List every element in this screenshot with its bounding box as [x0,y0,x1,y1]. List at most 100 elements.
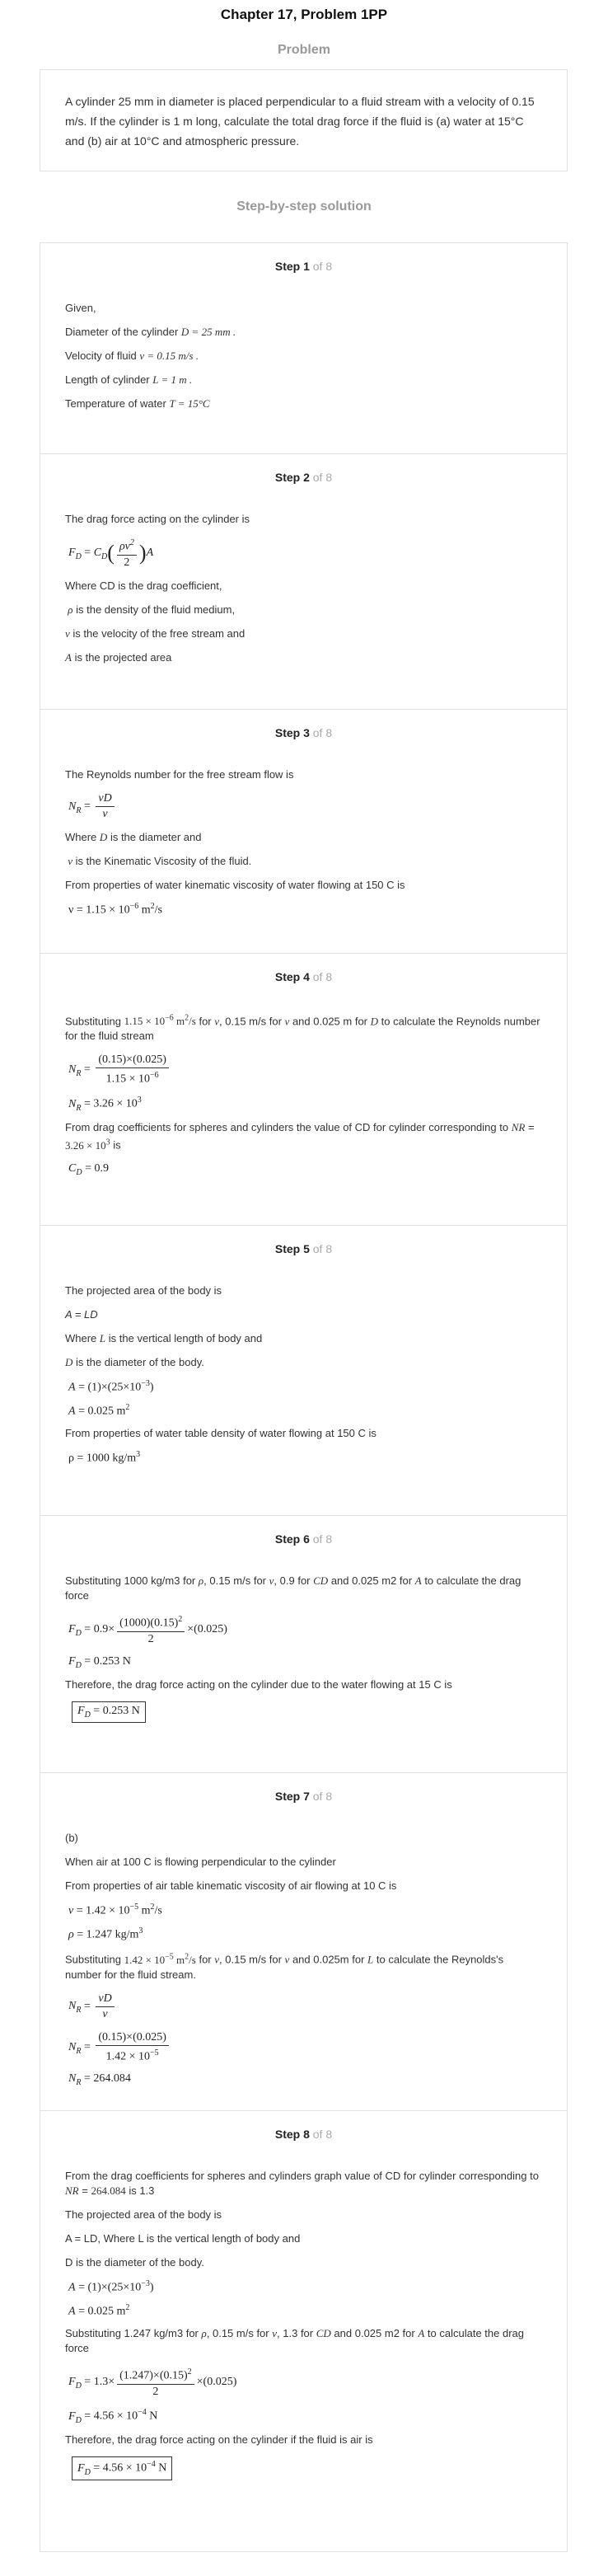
text-line: Therefore, the drag force acting on the … [65,1678,452,1692]
label: Where [65,831,97,843]
text-line: From properties of water kinematic visco… [65,879,405,891]
text-line: Where L is the vertical length of body a… [65,1332,263,1344]
equation: D = 25 mm . [180,326,236,338]
label: for [199,1953,212,1966]
label: Temperature of water [65,397,166,410]
problem-box: A cylinder 25 mm in diameter is placed p… [40,69,568,171]
step-of: of 8 [312,726,333,739]
label: for [199,1015,212,1028]
problem-text: A cylinder 25 mm in diameter is placed p… [65,95,535,148]
step-title: Step 5 of 8 [65,1242,542,1255]
reynolds-result: NR = 3.26 × 103 [68,1095,142,1113]
value: ν = 1.15 × 10 [68,903,130,917]
label: is the diameter and [110,831,202,843]
step-label: Step 4 [274,970,310,983]
area-result: A = 0.025 m2 [68,2302,130,2318]
reynolds-equation: NR = vD ν [68,1992,542,2022]
step-8: Step 8 of 8 From the drag coefficients f… [40,2110,568,2552]
drag-result: FD = 4.56 × 10−4 N [68,2407,158,2425]
text-line: Substituting 1.42 × 10−5 m2/s for ν, 0.1… [65,1952,504,1981]
text-line: ρ is the density of the fluid medium, [65,603,236,616]
equation: T = 15°C [169,397,210,410]
step-1: Step 1 of 8 Given, Diameter of the cylin… [40,242,568,453]
label: and 0.025m for [292,1953,365,1966]
label: Substituting [65,1953,121,1966]
text-line: The projected area of the body is [65,1284,222,1297]
air-density: ρ = 1.247 kg/m3 [68,1926,143,1941]
label: , 0.9 for [274,1574,311,1587]
equation: L = 1 m . [152,373,193,386]
text-line: D is the diameter of the body. [65,2256,204,2269]
text-line: A = LD [65,1308,98,1321]
reynolds-result: NR = 264.084 [68,2072,131,2088]
text-line: From properties of water table density o… [65,1427,376,1440]
step-of: of 8 [312,970,333,983]
text-line: The drag force acting on the cylinder is [65,513,250,525]
text-line: From drag coefficients for spheres and c… [65,1121,535,1152]
page-title: Chapter 17, Problem 1PP [220,7,388,22]
drag-equation: FD = CD(ρv2 2)A [68,536,542,570]
text-line: A is the projected area [65,650,172,664]
step-5: Step 5 of 8 The projected area of the bo… [40,1225,568,1515]
text-line: Substituting 1.247 kg/m3 for ρ, 0.15 m/s… [65,2327,524,2355]
text-line: Given, [65,302,96,314]
text-line: From properties of air table kinematic v… [65,1879,397,1892]
step-title: Step 4 of 8 [65,970,542,983]
text-line: Length of cylinder L = 1 m . [65,373,542,387]
value: ρ = 1000 kg/m [68,1452,137,1465]
area-substitution: A = (1)×(25×10−3) [68,1379,154,1394]
solution-heading: Step-by-step solution [236,199,372,213]
step-label: Step 6 [274,1532,310,1546]
density-result: ρ = 1000 kg/m3 [68,1450,141,1465]
step-4: Step 4 of 8 Substituting 1.15 × 10−6 m2/… [40,953,568,1225]
label: is 1.3 [129,2184,155,2197]
text-line: (b) [65,1832,78,1844]
label: is the Kinematic Viscosity of the fluid. [75,855,252,867]
equation: v = 0.15 m/s . [139,350,199,362]
text-line: Temperature of water T = 15°C [65,396,542,411]
label: , 0.15 m/s for [219,1015,282,1028]
label: From drag coefficients for spheres and c… [65,1121,509,1134]
step-7: Step 7 of 8 (b) When air at 100 C is flo… [40,1772,568,2110]
label: Diameter of the cylinder [65,326,179,338]
reynolds-substitution: NR = (0.15)×(0.025) 1.15 × 10−6 [68,1053,542,1087]
label: Where [65,1332,97,1344]
value: 4.56 × 10 [93,2409,138,2423]
label: and 0.025 m for [292,1015,368,1028]
step-title: Step 2 of 8 [65,471,542,484]
label: and 0.025 m2 for [330,1574,413,1587]
text-line: Substituting 1.15 × 10−6 m2/s for ν, 0.1… [65,1014,540,1043]
step-title: Step 7 of 8 [65,1790,542,1803]
label: , 0.15 m/s for [206,2327,269,2340]
label: , 0.15 m/s for [219,1953,282,1966]
step-title: Step 8 of 8 [65,2128,542,2141]
viscosity-equation: ν = 1.15 × 10−6 m2/s [68,902,162,917]
label: Substituting [65,1015,121,1028]
step-6: Step 6 of 8 Substituting 1000 kg/m3 for … [40,1515,568,1772]
drag-final-answer: FD = 4.56 × 10−4 N [68,2456,542,2480]
step-of: of 8 [312,471,333,484]
text-line: The projected area of the body is [65,2208,222,2221]
area-substitution: A = (1)×(25×10−3) [68,2279,154,2294]
air-viscosity: ν = 1.42 × 10−5 m2/s [68,1903,162,1917]
step-3: Step 3 of 8 The Reynolds number for the … [40,709,568,953]
text-line: From the drag coefficients for spheres a… [65,2170,539,2197]
label: From the drag coefficients for spheres a… [65,2170,539,2182]
label: is the density of the fluid medium, [76,603,236,616]
drag-result: FD = 0.253 N [68,1654,131,1670]
drag-substitution: FD = 1.3× (1.247)×(0.15)2 2 ×(0.025) [68,2365,542,2400]
reynolds-equation: NR = vD ν [68,791,542,822]
label: is [113,1138,121,1152]
step-of: of 8 [312,2128,333,2141]
value: 3.26 × 10 [93,1097,138,1110]
text-line: D is the diameter of the body. [65,1356,204,1368]
text-line: Where CD is the drag coefficient, [65,579,222,592]
label: is the projected area [74,650,172,664]
value: 0.253 N [93,1654,131,1668]
step-title: Step 6 of 8 [65,1532,542,1546]
text-line: ν is the Kinematic Viscosity of the flui… [65,855,252,867]
step-of: of 8 [312,1532,333,1546]
step-2: Step 2 of 8 The drag force acting on the… [40,453,568,709]
label: , 0.15 m/s for [203,1574,267,1587]
label: is the diameter of the body. [76,1356,204,1368]
